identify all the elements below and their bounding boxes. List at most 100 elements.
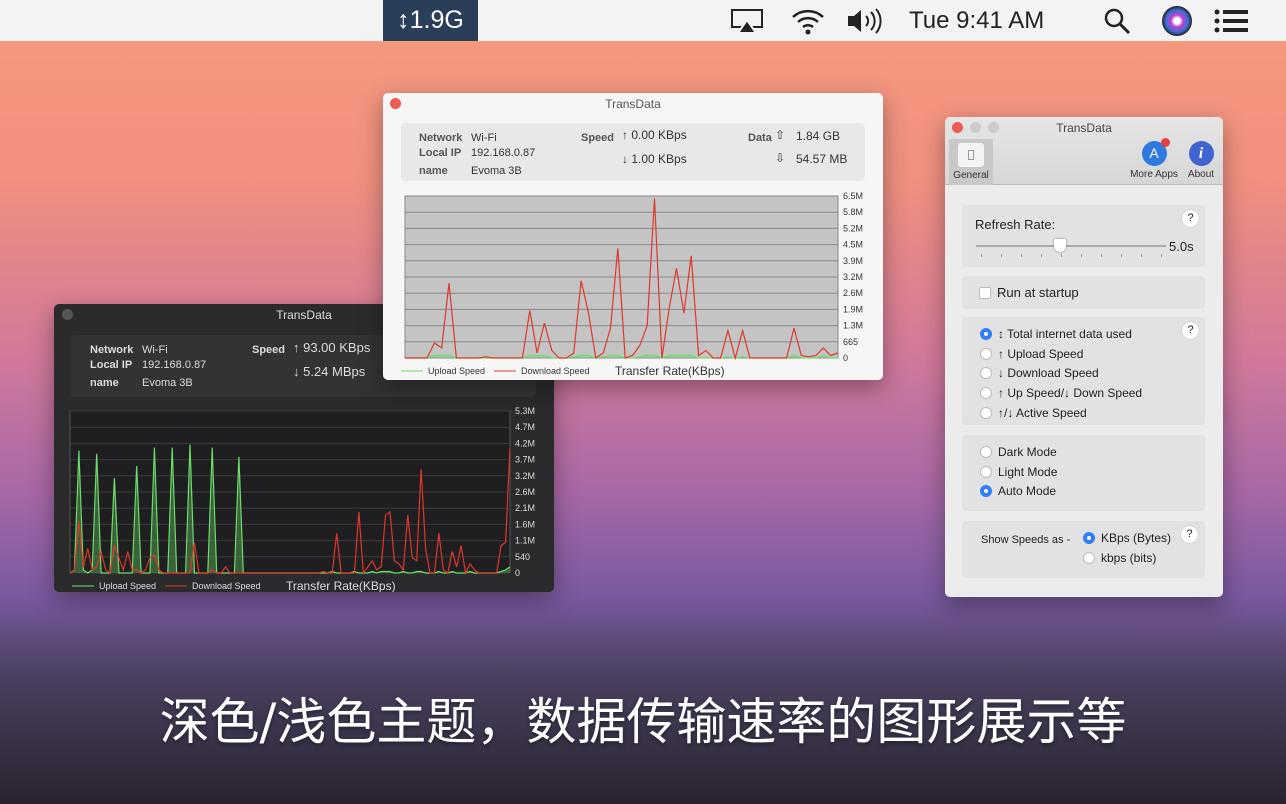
- show-speeds-label: Show Speeds as -: [981, 534, 1070, 546]
- display-option-radio[interactable]: ↕ Total internet data used: [980, 327, 1132, 341]
- speed-unit-radio[interactable]: kbps (bits): [1083, 551, 1156, 565]
- y-tick-label: 3.9M: [843, 256, 863, 266]
- slider-tick: [1001, 254, 1002, 257]
- display-option-label: ↓ Download Speed: [998, 366, 1099, 380]
- legend-download-label: Download Speed: [521, 366, 590, 376]
- clock[interactable]: Tue 9:41 AM: [909, 0, 1044, 41]
- speed-unit-radio[interactable]: KBps (Bytes): [1083, 531, 1171, 545]
- appearance-mode-radio[interactable]: Dark Mode: [980, 445, 1057, 459]
- display-option-radio[interactable]: ↑/↓ Active Speed: [980, 406, 1087, 420]
- appearance-mode-label: Dark Mode: [998, 445, 1057, 459]
- appearance-mode-radio[interactable]: Light Mode: [980, 465, 1057, 479]
- data-downloaded: 54.57 MB: [796, 152, 847, 166]
- speed-label: Speed: [581, 132, 614, 144]
- display-option-label: ↑ Upload Speed: [998, 347, 1083, 361]
- close-button[interactable]: [952, 122, 963, 133]
- close-button[interactable]: [390, 98, 401, 109]
- display-option-label: ↕ Total internet data used: [998, 327, 1132, 341]
- speed-unit-label: KBps (Bytes): [1101, 531, 1171, 545]
- slider-tick: [1141, 254, 1142, 257]
- radio-indicator: [1083, 532, 1095, 544]
- speed-label: Speed: [252, 344, 285, 356]
- tab-general[interactable]: General: [949, 139, 993, 185]
- download-speed: ↓ 5.24 MBps: [293, 364, 365, 379]
- radio-indicator: [980, 446, 992, 458]
- network-label: Network: [90, 344, 133, 356]
- minimize-button[interactable]: [970, 122, 981, 133]
- upload-data-icon: ⇧: [775, 128, 785, 142]
- name-label: name: [419, 165, 448, 177]
- display-option-radio[interactable]: ↓ Download Speed: [980, 366, 1099, 380]
- slider-tick: [1101, 254, 1102, 257]
- speed-unit-section: Show Speeds as - ? KBps (Bytes) kbps (bit…: [962, 521, 1205, 578]
- y-tick-label: 0: [843, 353, 848, 363]
- y-tick-label: 1.3M: [843, 321, 863, 331]
- zoom-button[interactable]: [988, 122, 999, 133]
- airplay-icon[interactable]: [730, 0, 764, 41]
- local-ip-label: Local IP: [419, 147, 461, 159]
- legend-upload-label: Upload Speed: [99, 581, 156, 591]
- help-button[interactable]: ?: [1182, 322, 1199, 339]
- network-info-panel: Network Wi-Fi Local IP 192.168.0.87 name…: [401, 123, 865, 181]
- display-option-label: ↑/↓ Active Speed: [998, 406, 1087, 420]
- about-button[interactable]: i About: [1183, 141, 1219, 180]
- slider-tick: [1041, 254, 1042, 257]
- preferences-window: TransData General A More Apps i About Re…: [945, 117, 1223, 597]
- close-button[interactable]: [62, 309, 73, 320]
- help-button[interactable]: ?: [1181, 526, 1198, 543]
- y-tick-label: 5.2M: [843, 223, 863, 233]
- display-option-radio[interactable]: ↑ Up Speed/↓ Down Speed: [980, 386, 1142, 400]
- slider-tick: [1061, 254, 1062, 257]
- run-at-startup-checkbox[interactable]: Run at startup: [979, 285, 1079, 300]
- y-tick-label: 4.2M: [515, 438, 535, 448]
- info-icon: i: [1189, 141, 1214, 166]
- spotlight-search-icon[interactable]: [1102, 0, 1132, 41]
- help-button[interactable]: ?: [1182, 210, 1199, 227]
- y-tick-label: 6.5M: [843, 191, 863, 201]
- chart-title: Transfer Rate(KBps): [615, 364, 725, 378]
- slider-tick: [1161, 254, 1162, 257]
- network-value: Wi-Fi: [142, 344, 168, 356]
- y-tick-label: 4.7M: [515, 422, 535, 432]
- slider-thumb[interactable]: [1054, 239, 1066, 252]
- notification-badge: [1161, 138, 1170, 147]
- transdata-menubar-indicator[interactable]: ↕1.9G: [383, 0, 478, 41]
- wifi-icon[interactable]: [790, 0, 826, 41]
- y-tick-label: 4.5M: [843, 240, 863, 250]
- y-tick-label: 540: [515, 552, 530, 562]
- display-option-radio[interactable]: ↑ Upload Speed: [980, 347, 1083, 361]
- slider-tick: [981, 254, 982, 257]
- appearance-mode-label: Auto Mode: [998, 484, 1056, 498]
- volume-icon[interactable]: [846, 0, 886, 41]
- y-tick-label: 3.2M: [515, 471, 535, 481]
- appearance-mode-section: Dark Mode Light Mode Auto Mode: [962, 435, 1205, 511]
- data-label: Data: [748, 132, 772, 144]
- refresh-rate-label: Refresh Rate:: [975, 217, 1055, 232]
- radio-indicator: [980, 328, 992, 340]
- about-label: About: [1183, 169, 1219, 180]
- more-apps-button[interactable]: A More Apps: [1127, 141, 1181, 180]
- data-uploaded: 1.84 GB: [796, 129, 840, 143]
- y-tick-label: 1.6M: [515, 519, 535, 529]
- notification-center-icon[interactable]: [1214, 0, 1250, 41]
- menu-bar: ↕1.9G Tue 9:41 AM: [0, 0, 1286, 41]
- y-tick-label: 3.7M: [515, 455, 535, 465]
- network-value: Wi-Fi: [471, 132, 497, 144]
- legend-upload-label: Upload Speed: [428, 366, 485, 376]
- speed-unit-label: kbps (bits): [1101, 551, 1156, 565]
- siri-icon[interactable]: [1162, 0, 1192, 41]
- name-label: name: [90, 377, 119, 389]
- appearance-mode-radio[interactable]: Auto Mode: [980, 484, 1056, 498]
- y-tick-label: 1.9M: [843, 304, 863, 314]
- chart-title: Transfer Rate(KBps): [286, 579, 396, 592]
- promo-caption: 深色/浅色主题，数据传输速率的图形展示等: [0, 682, 1286, 754]
- local-ip-value: 192.168.0.87: [142, 359, 206, 371]
- radio-indicator: [980, 348, 992, 360]
- run-at-startup-label: Run at startup: [997, 285, 1079, 300]
- preferences-toolbar: TransData General A More Apps i About: [945, 117, 1223, 185]
- more-apps-label: More Apps: [1127, 169, 1181, 180]
- slider-tick: [1081, 254, 1082, 257]
- y-tick-label: 5.8M: [843, 207, 863, 217]
- refresh-rate-slider[interactable]: [976, 245, 1166, 247]
- name-value: Evoma 3B: [142, 377, 193, 389]
